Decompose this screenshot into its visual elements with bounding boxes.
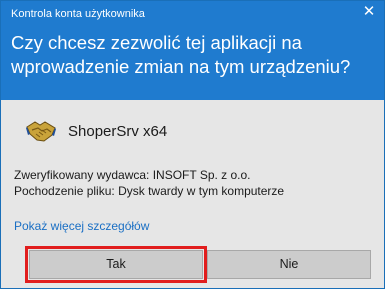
show-more-details-link[interactable]: Pokaż więcej szczegółów bbox=[14, 219, 149, 233]
app-details: Zweryfikowany wydawca: INSOFT Sp. z o.o.… bbox=[14, 167, 284, 199]
app-info: ShoperSrv x64 bbox=[26, 116, 167, 146]
uac-dialog: Kontrola konta użytkownika ✕ Czy chcesz … bbox=[0, 0, 385, 289]
dialog-question: Czy chcesz zezwolić tej aplikacji na wpr… bbox=[11, 32, 351, 77]
origin-text: Pochodzenie pliku: Dysk twardy w tym kom… bbox=[14, 184, 285, 198]
no-button[interactable]: Nie bbox=[207, 250, 371, 279]
dialog-caption: Kontrola konta użytkownika bbox=[11, 8, 145, 20]
yes-button[interactable]: Tak bbox=[25, 246, 207, 283]
close-icon[interactable]: ✕ bbox=[362, 4, 376, 20]
publisher-text: Zweryfikowany wydawca: INSOFT Sp. z o.o. bbox=[14, 168, 251, 182]
handshake-icon bbox=[26, 121, 56, 142]
dialog-header: Kontrola konta użytkownika ✕ Czy chcesz … bbox=[1, 1, 384, 100]
app-name: ShoperSrv x64 bbox=[68, 122, 168, 140]
